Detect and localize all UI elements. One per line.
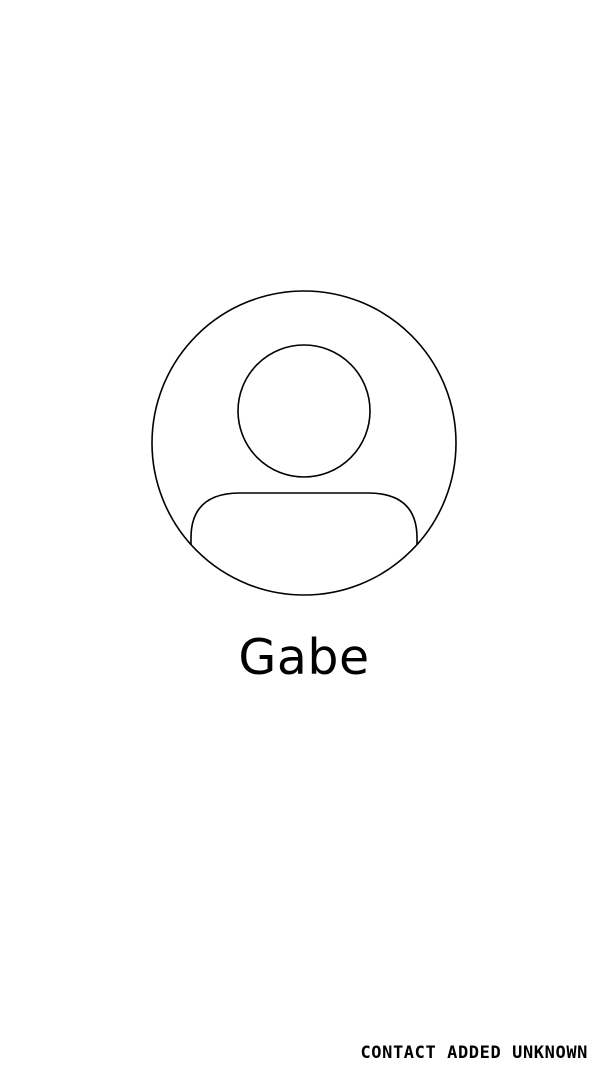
person-avatar-icon: [151, 290, 457, 596]
avatar-body-shape: [190, 492, 418, 548]
contact-added-screen: Gabe CONTACT ADDED UNKNOWN: [0, 0, 608, 1080]
avatar-outline-circle: [151, 290, 457, 596]
status-message: CONTACT ADDED UNKNOWN: [360, 1043, 588, 1063]
contact-avatar: [150, 290, 458, 598]
contact-name: Gabe: [238, 629, 370, 686]
avatar-head-circle: [237, 344, 371, 478]
